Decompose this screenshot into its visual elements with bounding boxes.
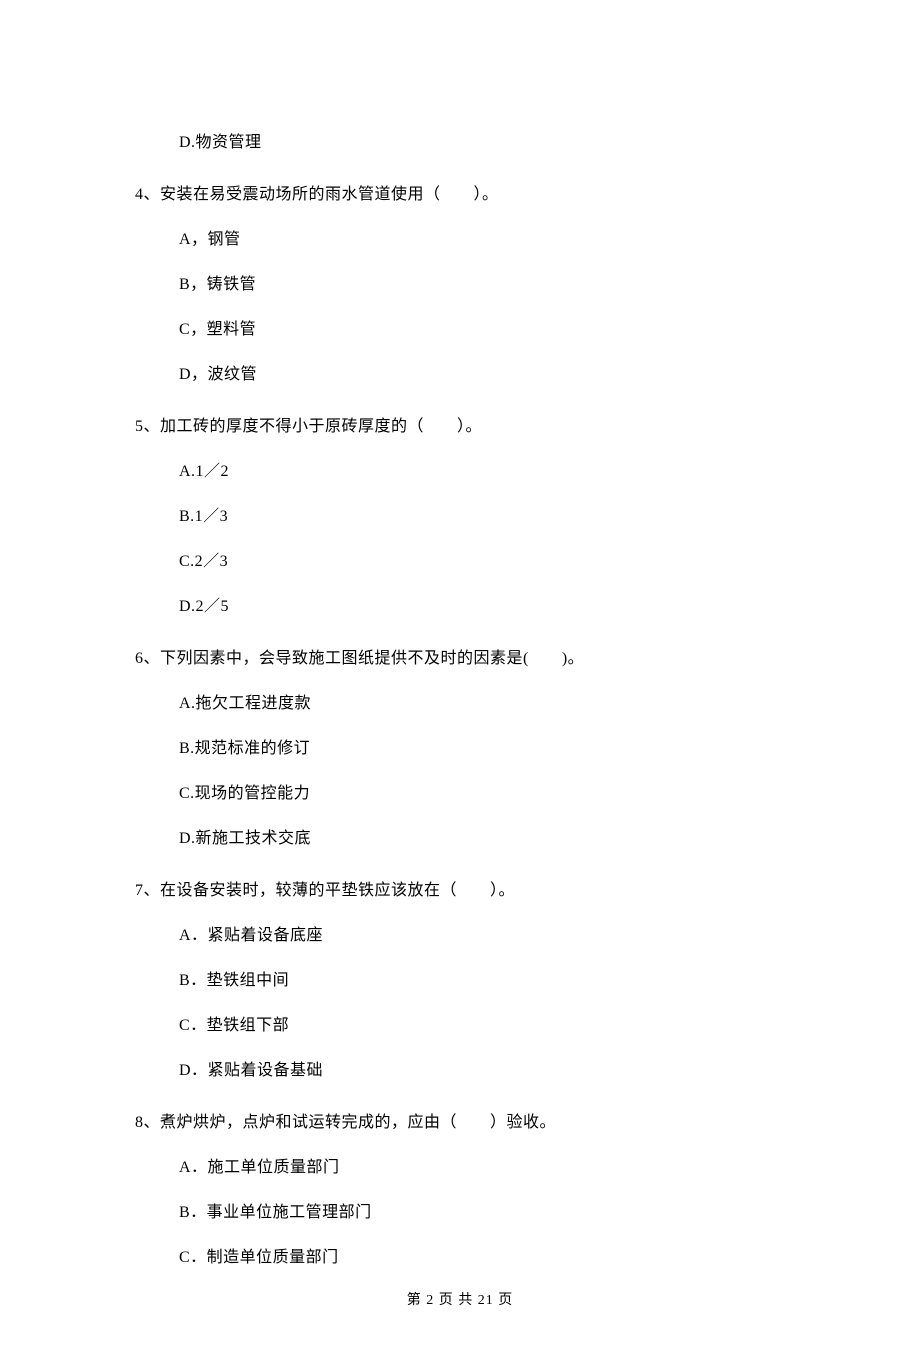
- q6-option-c: C.现场的管控能力: [179, 782, 785, 806]
- q6-option-b: B.规范标准的修订: [179, 737, 785, 761]
- q7-option-d: D．紧贴着设备基础: [179, 1059, 785, 1083]
- q7-option-b: B．垫铁组中间: [179, 969, 785, 993]
- q5-option-a: A.1／2: [179, 460, 785, 484]
- q4-option-a: A，钢管: [179, 228, 785, 252]
- q8-stem: 8、煮炉烘炉，点炉和试运转完成的，应由（ ）验收。: [135, 1111, 785, 1135]
- q7-option-a: A．紧贴着设备底座: [179, 924, 785, 948]
- q5-stem: 5、加工砖的厚度不得小于原砖厚度的（ ）。: [135, 415, 785, 439]
- q6-option-a: A.拖欠工程进度款: [179, 692, 785, 716]
- q7-stem: 7、在设备安装时，较薄的平垫铁应该放在（ ）。: [135, 879, 785, 903]
- q6-stem: 6、下列因素中，会导致施工图纸提供不及时的因素是( )。: [135, 647, 785, 671]
- page-body: D.物资管理 4、安装在易受震动场所的雨水管道使用（ ）。 A，钢管 B，铸铁管…: [0, 0, 920, 1351]
- q7-option-c: C．垫铁组下部: [179, 1014, 785, 1038]
- q4-option-d: D，波纹管: [179, 363, 785, 387]
- q4-option-c: C，塑料管: [179, 318, 785, 342]
- q5-option-c: C.2／3: [179, 550, 785, 574]
- q5-option-d: D.2／5: [179, 595, 785, 619]
- q4-option-b: B，铸铁管: [179, 273, 785, 297]
- q8-option-b: B．事业单位施工管理部门: [179, 1201, 785, 1225]
- q5-option-b: B.1／3: [179, 505, 785, 529]
- q6-option-d: D.新施工技术交底: [179, 827, 785, 851]
- q3-option-d: D.物资管理: [179, 131, 785, 155]
- q4-stem: 4、安装在易受震动场所的雨水管道使用（ ）。: [135, 183, 785, 207]
- page-footer: 第 2 页 共 21 页: [0, 1289, 920, 1309]
- q8-option-c: C．制造单位质量部门: [179, 1246, 785, 1270]
- q8-option-a: A．施工单位质量部门: [179, 1156, 785, 1180]
